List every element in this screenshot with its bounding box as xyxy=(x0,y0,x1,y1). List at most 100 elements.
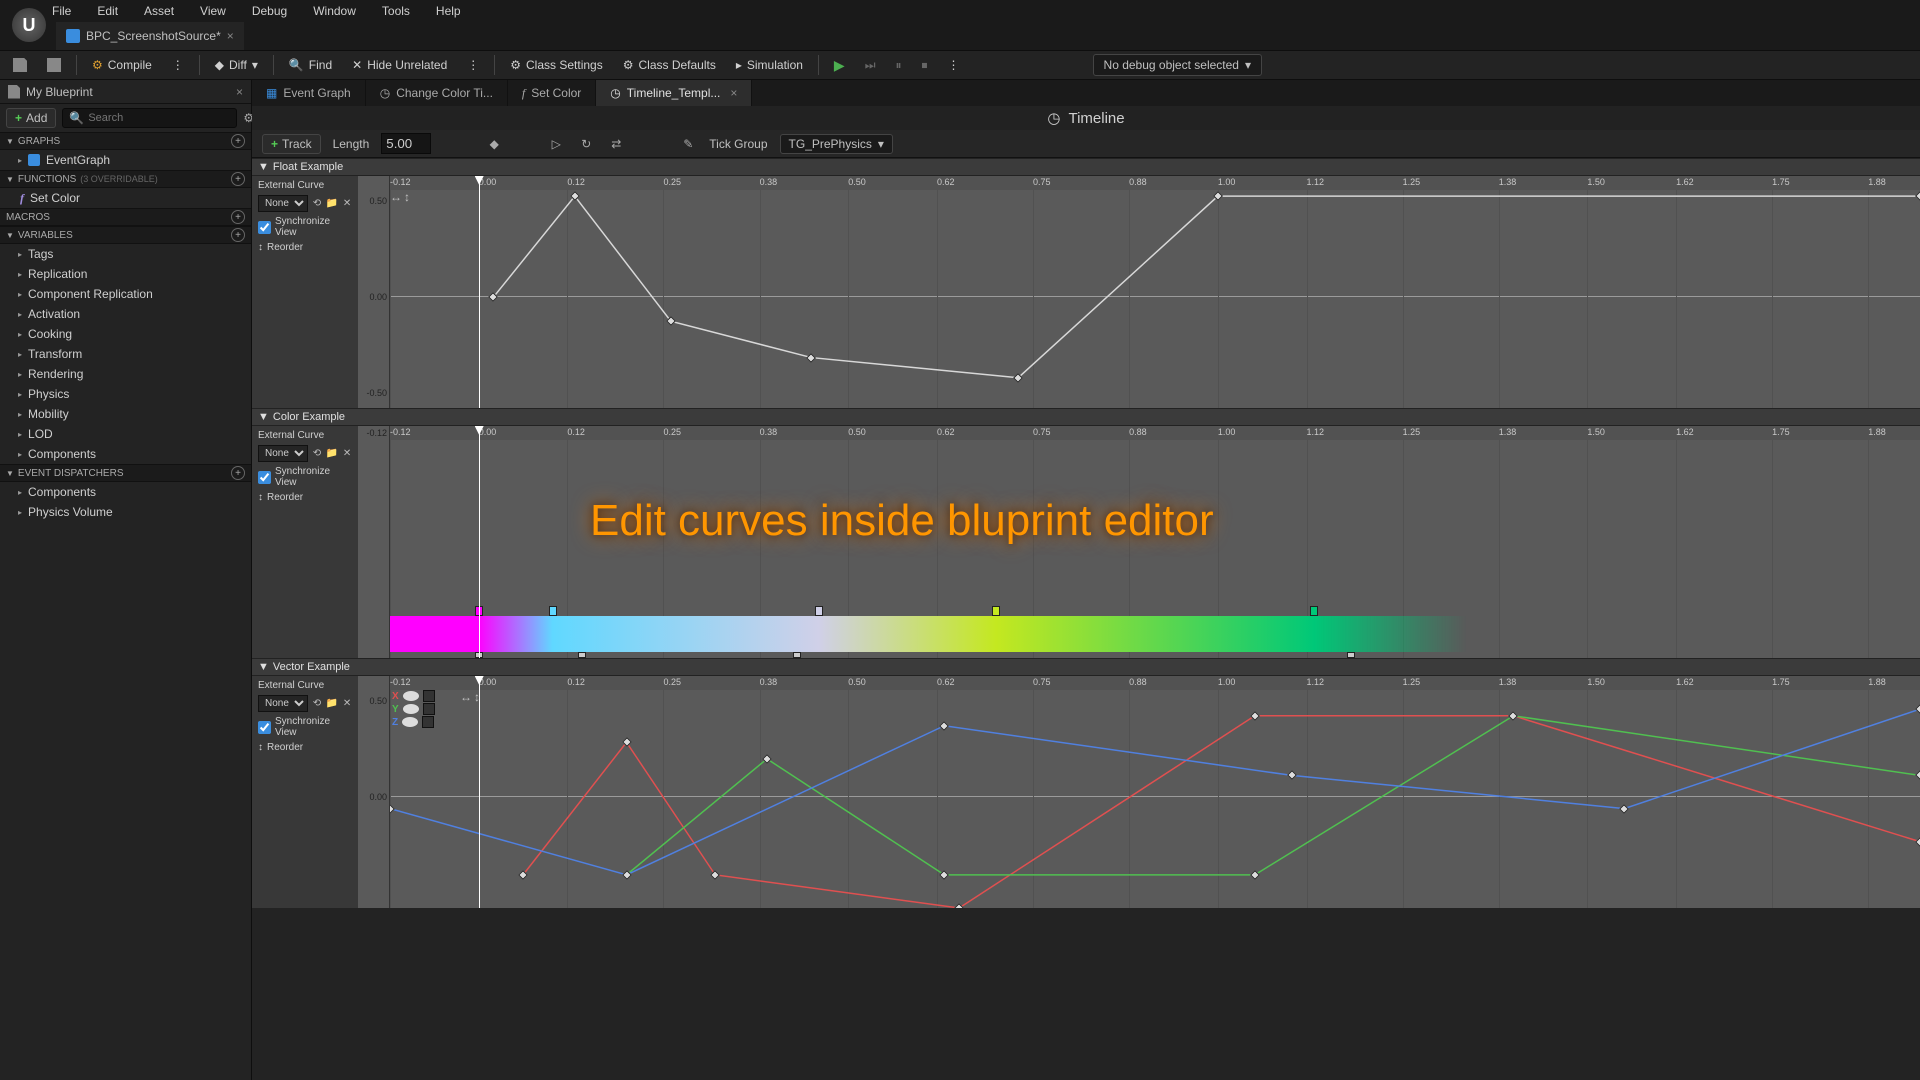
variable-item[interactable]: ▸Component Replication xyxy=(0,284,251,304)
fit-h-icon[interactable]: ↔ xyxy=(390,190,402,204)
step-button[interactable]: ⏭ xyxy=(860,55,881,76)
sync-checkbox[interactable] xyxy=(258,721,271,734)
keyframe[interactable] xyxy=(1915,191,1920,201)
float-curve-area[interactable]: ↔↕ -0.120.000.120.250.380.500.620.750.88… xyxy=(390,176,1920,408)
dispatcher-item[interactable]: ▸Components xyxy=(0,482,251,502)
keyframe[interactable] xyxy=(1287,770,1297,780)
fit-h-icon[interactable]: ↔ xyxy=(460,690,472,704)
graph-tab[interactable]: ◷Timeline_Templ...× xyxy=(596,80,752,106)
lastkey-icon[interactable]: ◆ xyxy=(485,135,503,153)
add-macro-button[interactable]: + xyxy=(231,210,245,224)
keyframe[interactable] xyxy=(954,903,964,908)
keyframe[interactable] xyxy=(1915,704,1920,714)
color-track-header[interactable]: ▼Color Example xyxy=(252,408,1920,426)
variable-item[interactable]: ▸LOD xyxy=(0,424,251,444)
class-settings-button[interactable]: ⚙Class Settings xyxy=(505,55,607,75)
x-channel-toggle[interactable]: X xyxy=(392,690,435,702)
browse-icon[interactable]: ⟲ xyxy=(312,447,322,461)
keyframe[interactable] xyxy=(1915,770,1920,780)
external-curve-select[interactable]: None xyxy=(258,195,308,212)
vector-curve-area[interactable]: X Y Z ↔↕ -0.120.000.120.250.380.500.620.… xyxy=(390,676,1920,908)
variable-item[interactable]: ▸Components xyxy=(0,444,251,464)
clear-icon[interactable]: ✕ xyxy=(342,697,352,711)
variable-item[interactable]: ▸Mobility xyxy=(0,404,251,424)
keyframe[interactable] xyxy=(1013,373,1023,383)
keyframe[interactable] xyxy=(489,292,499,302)
variable-item[interactable]: ▸Tags xyxy=(0,244,251,264)
graph-tab[interactable]: ▦Event Graph xyxy=(252,80,366,106)
add-track-button[interactable]: +Track xyxy=(262,134,321,154)
color-key[interactable] xyxy=(815,606,823,616)
variable-item[interactable]: ▸Cooking xyxy=(0,324,251,344)
keyframe[interactable] xyxy=(1250,711,1260,721)
debug-object-select[interactable]: No debug object selected▾ xyxy=(1093,54,1262,76)
color-key[interactable] xyxy=(992,606,1000,616)
keyframe[interactable] xyxy=(622,870,632,880)
alpha-key[interactable] xyxy=(578,652,586,658)
save-button[interactable] xyxy=(8,55,32,75)
keyframe[interactable] xyxy=(390,804,395,814)
menu-view[interactable]: View xyxy=(200,4,226,18)
tick-icon[interactable]: ✎ xyxy=(679,135,697,153)
use-icon[interactable]: 📁 xyxy=(326,697,338,711)
find-button[interactable]: 🔍Find xyxy=(284,55,337,75)
add-graph-button[interactable]: + xyxy=(231,134,245,148)
menu-window[interactable]: Window xyxy=(313,4,356,18)
browse-button[interactable] xyxy=(42,55,66,75)
keyframe[interactable] xyxy=(1250,870,1260,880)
use-icon[interactable]: 📁 xyxy=(326,197,338,211)
alpha-key[interactable] xyxy=(1347,652,1355,658)
compile-options-button[interactable]: ⋮ xyxy=(167,55,189,75)
external-curve-select[interactable]: None xyxy=(258,695,308,712)
keyframe[interactable] xyxy=(1509,711,1519,721)
color-curve-area[interactable]: Edit curves inside bluprint editor -0.12… xyxy=(390,426,1920,658)
variable-item[interactable]: ▸Activation xyxy=(0,304,251,324)
variable-item[interactable]: ▸Rendering xyxy=(0,364,251,384)
my-blueprint-tab[interactable]: My Blueprint × xyxy=(0,80,251,104)
tick-group-select[interactable]: TG_PrePhysics▾ xyxy=(780,134,893,154)
sync-checkbox[interactable] xyxy=(258,221,271,234)
variables-section-header[interactable]: ▼VARIABLES+ xyxy=(0,226,251,244)
hide-unrelated-button[interactable]: ✕Hide Unrelated xyxy=(347,55,452,75)
graphs-section-header[interactable]: ▼GRAPHS+ xyxy=(0,132,251,150)
menu-file[interactable]: File xyxy=(52,4,71,18)
fit-v-icon[interactable]: ↕ xyxy=(404,190,410,204)
keyframe[interactable] xyxy=(1619,804,1629,814)
browse-icon[interactable]: ⟲ xyxy=(312,197,322,211)
y-channel-toggle[interactable]: Y xyxy=(392,703,435,715)
hide-options-button[interactable]: ⋮ xyxy=(462,55,484,75)
browse-icon[interactable]: ⟲ xyxy=(312,697,322,711)
use-icon[interactable]: 📁 xyxy=(326,447,338,461)
clear-icon[interactable]: ✕ xyxy=(342,447,352,461)
keyframe[interactable] xyxy=(1915,837,1920,847)
dispatcher-item[interactable]: ▸Physics Volume xyxy=(0,502,251,522)
length-input[interactable] xyxy=(381,133,431,154)
menu-tools[interactable]: Tools xyxy=(382,4,410,18)
keyframe[interactable] xyxy=(939,870,949,880)
variable-item[interactable]: ▸Transform xyxy=(0,344,251,364)
keyframe[interactable] xyxy=(710,870,720,880)
keyframe[interactable] xyxy=(939,721,949,731)
float-track-header[interactable]: ▼Float Example xyxy=(252,158,1920,176)
keyframe[interactable] xyxy=(518,870,528,880)
pause-button[interactable]: ⏸ xyxy=(891,55,907,76)
variable-item[interactable]: ▸Replication xyxy=(0,264,251,284)
sync-checkbox[interactable] xyxy=(258,471,271,484)
document-tab[interactable]: BPC_ScreenshotSource* × xyxy=(56,22,244,50)
vector-track-header[interactable]: ▼Vector Example xyxy=(252,658,1920,676)
play-options-button[interactable]: ⋮ xyxy=(943,55,965,75)
diff-button[interactable]: ◆Diff▾ xyxy=(210,55,263,75)
dispatchers-section-header[interactable]: ▼EVENT DISPATCHERS+ xyxy=(0,464,251,482)
simulation-button[interactable]: ▸Simulation xyxy=(731,55,808,75)
eventgraph-item[interactable]: ▸EventGraph xyxy=(0,150,251,170)
add-dispatcher-button[interactable]: + xyxy=(231,466,245,480)
close-icon[interactable]: × xyxy=(227,29,234,43)
menu-edit[interactable]: Edit xyxy=(97,4,118,18)
keyframe[interactable] xyxy=(570,191,580,201)
keyframe[interactable] xyxy=(622,737,632,747)
add-function-button[interactable]: + xyxy=(231,172,245,186)
graph-tab[interactable]: ◷Change Color Ti... xyxy=(366,80,508,106)
graph-tab[interactable]: fSet Color xyxy=(508,80,596,106)
alpha-key[interactable] xyxy=(793,652,801,658)
close-icon[interactable]: × xyxy=(730,86,737,100)
